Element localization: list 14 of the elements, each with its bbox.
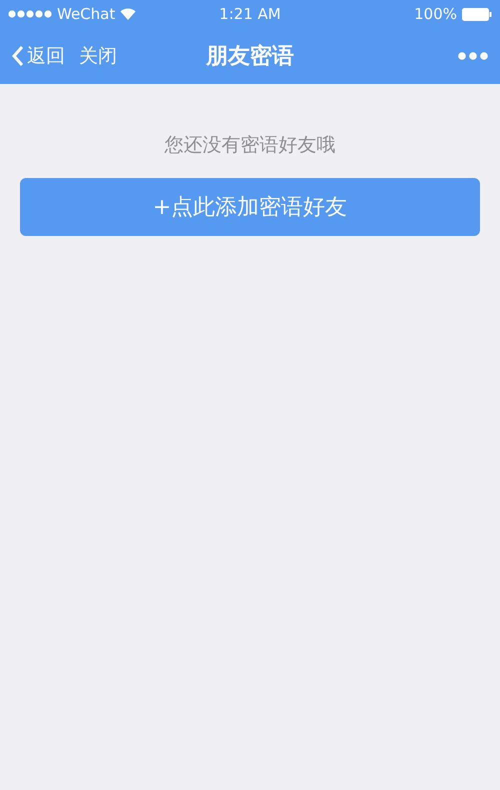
more-button[interactable] xyxy=(458,52,488,60)
add-friend-button[interactable]: +点此添加密语好友 xyxy=(20,178,480,236)
battery-percent: 100% xyxy=(414,5,457,23)
empty-message: 您还没有密语好友哦 xyxy=(164,133,336,158)
battery-icon xyxy=(462,8,492,20)
carrier-name: WeChat xyxy=(57,5,116,23)
wifi-icon xyxy=(120,8,136,20)
page-title: 朋友密语 xyxy=(206,44,294,69)
close-button[interactable]: 关闭 xyxy=(79,43,117,69)
more-icon xyxy=(458,52,488,60)
status-time: 1:21 AM xyxy=(219,5,281,23)
back-button[interactable]: 返回 xyxy=(12,43,65,69)
signal-icon xyxy=(8,10,52,18)
chevron-left-icon xyxy=(12,45,24,67)
